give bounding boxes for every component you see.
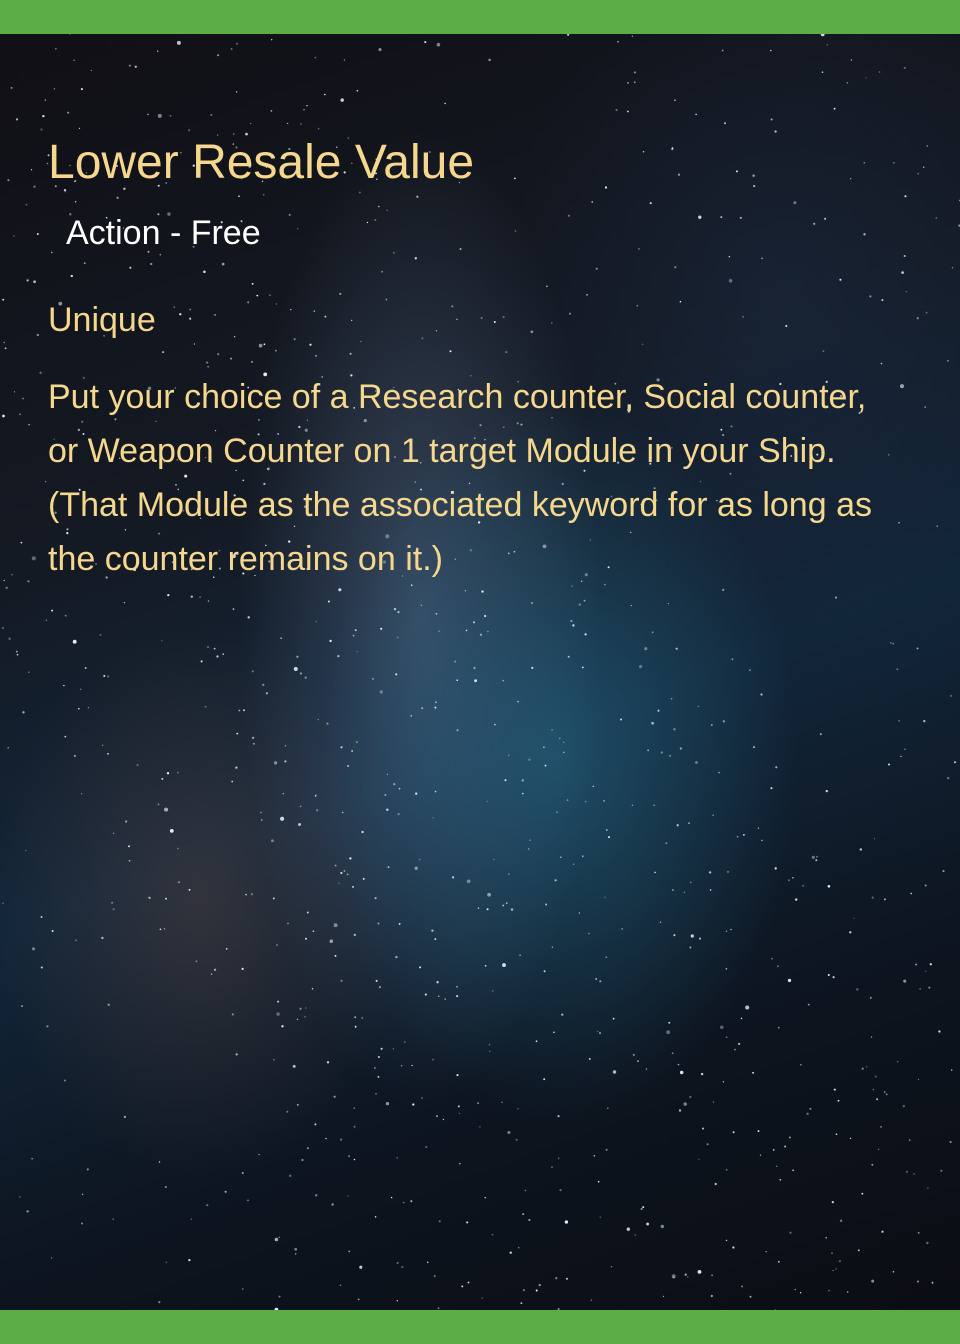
card-type-line: Action - Free bbox=[66, 213, 261, 252]
card: Lower Resale Value Action - Free Unique … bbox=[0, 0, 960, 1344]
card-keyword: Unique bbox=[48, 300, 156, 339]
bottom-border-bar bbox=[0, 1310, 960, 1344]
top-border-bar bbox=[0, 0, 960, 34]
card-content: Lower Resale Value Action - Free Unique … bbox=[48, 130, 908, 586]
card-rules-text: Put your choice of a Research counter, S… bbox=[48, 377, 872, 578]
card-title: Lower Resale Value bbox=[48, 136, 475, 189]
